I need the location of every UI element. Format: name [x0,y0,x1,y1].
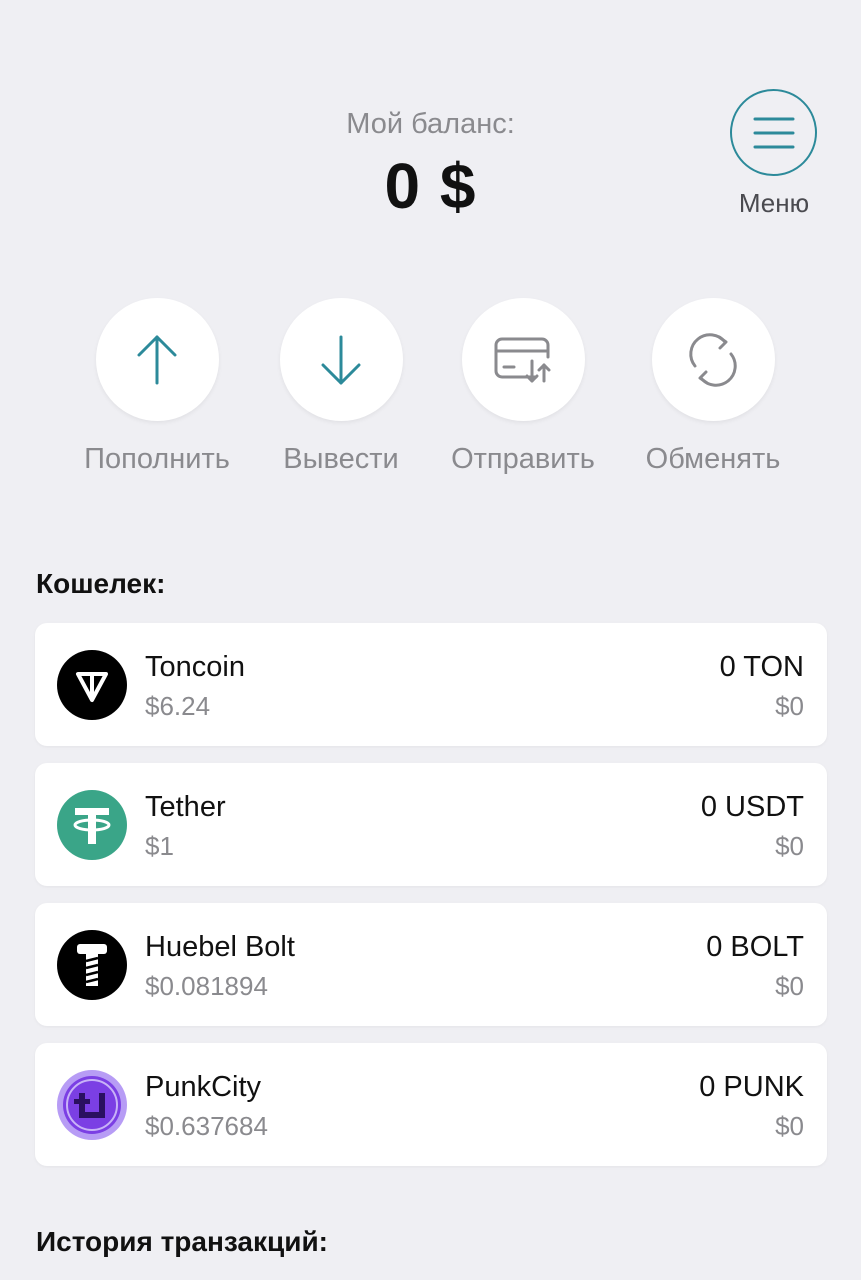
toncoin-logo-icon [57,650,127,720]
menu-button[interactable] [730,89,817,176]
coin-value: $0 [775,691,804,721]
send-circle[interactable] [461,298,585,421]
coin-name: Toncoin [145,651,245,683]
coin-amount: 0 TON [719,651,804,683]
exchange-icon [689,332,737,387]
coin-price: $0.081894 [145,971,268,1001]
coin-amount: 0 BOLT [706,931,804,963]
withdraw-label: Вывести [283,443,399,475]
bolt-logo-icon [57,930,127,1000]
card-transfer-icon [494,337,551,382]
arrow-up-icon [137,335,177,384]
send-label: Отправить [451,443,595,475]
coin-name: Huebel Bolt [145,931,295,963]
wallet-item-tether[interactable]: Tether $1 0 USDT $0 [35,763,827,886]
coin-value: $0 [775,831,804,861]
wallet-item-punkcity[interactable]: PunkCity $0.637684 0 PUNK $0 [35,1043,827,1166]
coin-price: $6.24 [145,691,211,721]
coin-price: $0.637684 [145,1111,268,1141]
send-button[interactable]: Отправить [428,298,618,476]
coin-price: $1 [145,831,174,861]
history-title: История транзакций: [36,1226,328,1257]
deposit-circle[interactable] [95,298,219,421]
wallet-item-huebel-bolt[interactable]: Huebel Bolt $0.081894 0 BOLT $0 [35,903,827,1026]
menu-label: Меню [738,188,810,218]
wallet-list: Toncoin $6.24 0 TON $0 Tether $1 0 USDT … [35,623,827,1183]
coin-value: $0 [775,1111,804,1141]
wallet-title: Кошелек: [36,568,166,599]
coin-value: $0 [775,971,804,1001]
exchange-button[interactable]: Обменять [618,298,808,476]
arrow-down-icon [321,335,361,384]
withdraw-button[interactable]: Вывести [246,298,436,476]
coin-amount: 0 PUNK [699,1071,804,1103]
hamburger-menu-icon [753,117,794,148]
exchange-circle[interactable] [651,298,775,421]
coin-amount: 0 USDT [700,791,804,823]
action-bar: Пополнить Вывести Отправить Обменять [0,298,861,488]
deposit-button[interactable]: Пополнить [62,298,252,476]
coin-name: PunkCity [145,1071,262,1103]
tether-logo-icon [57,790,127,860]
coin-name: Tether [145,791,226,823]
withdraw-circle[interactable] [279,298,403,421]
exchange-label: Обменять [645,443,781,475]
wallet-item-toncoin[interactable]: Toncoin $6.24 0 TON $0 [35,623,827,746]
deposit-label: Пополнить [84,443,230,475]
punkcity-logo-icon [57,1070,127,1140]
